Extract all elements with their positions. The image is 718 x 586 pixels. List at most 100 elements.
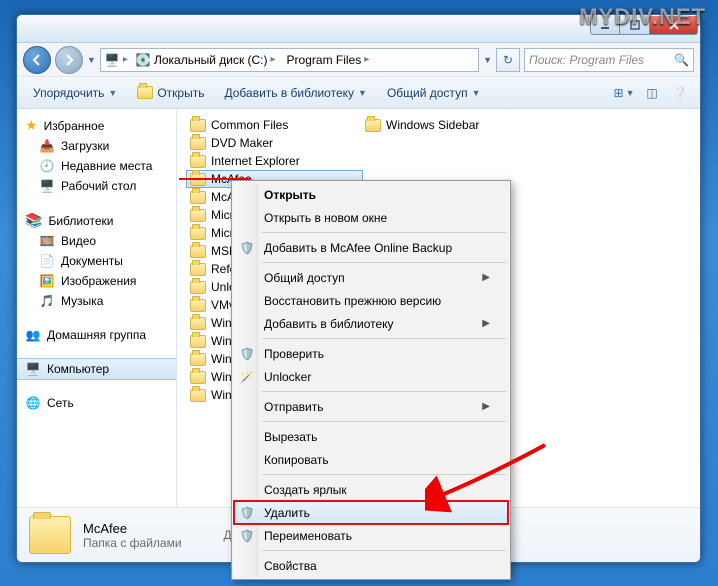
ctx-mcafee-backup[interactable]: 🛡️Добавить в McAfee Online Backup <box>234 236 508 259</box>
downloads-icon: 📥 <box>39 138 55 154</box>
folder-item[interactable]: Common Files <box>187 117 362 133</box>
images-icon: 🖼️ <box>39 273 55 289</box>
recent-icon: 🕘 <box>39 158 55 174</box>
maximize-button[interactable] <box>620 16 650 35</box>
folder-large-icon <box>29 516 71 554</box>
add-library-button[interactable]: Добавить в библиотеку▼ <box>216 83 374 103</box>
favorites-label: Избранное <box>44 119 105 133</box>
ctx-cut[interactable]: Вырезать <box>234 425 508 448</box>
ctx-label: Копировать <box>264 453 329 467</box>
ctx-send-to[interactable]: Отправить▶ <box>234 395 508 418</box>
ctx-create-shortcut[interactable]: Создать ярлык <box>234 478 508 501</box>
folder-label: Internet Explorer <box>211 154 300 168</box>
ctx-label: Свойства <box>264 559 317 573</box>
open-button[interactable]: Открыть <box>129 83 212 103</box>
search-input[interactable]: Поиск: Program Files 🔍 <box>524 48 694 72</box>
chevron-icon: ▸ <box>364 54 369 65</box>
drive-icon: 💽 <box>135 52 151 68</box>
history-dropdown[interactable]: ▼ <box>87 55 96 65</box>
computer-icon: 🖥️ <box>25 361 41 377</box>
libraries-label: Библиотеки <box>48 214 113 228</box>
favorites-header[interactable]: ★Избранное <box>17 115 176 136</box>
folder-icon <box>190 209 206 222</box>
network-header[interactable]: 🌐Сеть <box>17 393 176 413</box>
folder-icon <box>190 227 206 240</box>
back-button[interactable] <box>23 46 51 74</box>
folder-item[interactable]: Internet Explorer <box>187 153 362 169</box>
folder-icon <box>190 119 206 132</box>
sidebar-item-label: Недавние места <box>61 159 152 173</box>
submenu-arrow-icon: ▶ <box>482 272 490 283</box>
ctx-label: Вырезать <box>264 430 317 444</box>
ctx-add-library[interactable]: Добавить в библиотеку▶ <box>234 312 508 335</box>
navigation-pane: ★Избранное 📥 Загрузки 🕘 Недавние места 🖥️Р… <box>17 109 177 507</box>
sidebar-item-label: Загрузки <box>61 139 109 153</box>
share-button[interactable]: Общий доступ▼ <box>379 83 489 103</box>
mcafee-icon: 🛡️ <box>239 240 255 256</box>
close-button[interactable] <box>650 16 698 35</box>
homegroup-header[interactable]: 👥 Домашняя группа <box>17 325 176 345</box>
details-type: Папка с файлами <box>83 536 182 550</box>
ctx-open[interactable]: Открыть <box>234 183 508 206</box>
sidebar-item-desktop[interactable]: 🖥️Рабочий стол <box>17 176 176 196</box>
sidebar-item-label: Документы <box>61 254 123 268</box>
ctx-label: Открыть <box>264 188 316 202</box>
ctx-share[interactable]: Общий доступ▶ <box>234 266 508 289</box>
homegroup-label: Домашняя группа <box>47 328 146 342</box>
view-button[interactable]: ⊞▼ <box>612 81 636 105</box>
breadcrumb-folder[interactable]: Program Files ▸ <box>283 49 374 71</box>
search-icon: 🔍 <box>674 53 689 67</box>
breadcrumb-box[interactable]: 🖥️ ▸ 💽 Локальный диск (C:) ▸ Program Fil… <box>100 48 479 72</box>
breadcrumb-disk[interactable]: 💽 Локальный диск (C:) ▸ <box>131 49 280 71</box>
ctx-label: Проверить <box>264 347 324 361</box>
libraries-header[interactable]: 📚 Библиотеки <box>17 210 176 231</box>
folder-label: Windows Sidebar <box>386 118 479 132</box>
homegroup-icon: 👥 <box>25 327 41 343</box>
sidebar-item-video[interactable]: 🎞️Видео <box>17 231 176 251</box>
preview-pane-button[interactable]: ◫ <box>640 81 664 105</box>
add-library-label: Добавить в библиотеку <box>224 86 354 100</box>
ctx-restore-version[interactable]: Восстановить прежнюю версию <box>234 289 508 312</box>
network-icon: 🌐 <box>25 395 41 411</box>
address-dropdown[interactable]: ▼ <box>483 55 492 65</box>
folder-item[interactable]: DVD Maker <box>187 135 362 151</box>
libraries-icon: 📚 <box>25 212 42 229</box>
refresh-button[interactable]: ↻ <box>496 48 520 72</box>
computer-icon: 🖥️ <box>104 52 120 68</box>
sidebar-item-downloads[interactable]: 📥 Загрузки <box>17 136 176 156</box>
ctx-delete[interactable]: 🛡️Удалить <box>234 501 508 524</box>
ctx-check[interactable]: 🛡️ Проверить <box>234 342 508 365</box>
shield-icon: 🛡️ <box>239 528 255 544</box>
organize-label: Упорядочить <box>33 86 104 100</box>
help-button[interactable]: ❔ <box>668 81 692 105</box>
forward-button[interactable] <box>55 46 83 74</box>
organize-button[interactable]: Упорядочить▼ <box>25 83 125 103</box>
sidebar-item-images[interactable]: 🖼️ Изображения <box>17 271 176 291</box>
folder-icon <box>137 86 153 99</box>
ctx-rename[interactable]: 🛡️Переименовать <box>234 524 508 547</box>
folder-icon <box>190 191 206 204</box>
computer-header[interactable]: 🖥️Компьютер <box>17 359 176 379</box>
minimize-button[interactable] <box>590 16 620 35</box>
sidebar-item-music[interactable]: 🎵 Музыка <box>17 291 176 311</box>
mcafee-icon: 🛡️ <box>239 346 255 362</box>
folder-icon <box>190 155 206 168</box>
open-label: Открыть <box>157 86 204 100</box>
toolbar: Упорядочить▼ Открыть Добавить в библиоте… <box>17 77 700 109</box>
sidebar-item-recent[interactable]: 🕘 Недавние места <box>17 156 176 176</box>
sidebar-item-label: Музыка <box>61 294 103 308</box>
sidebar-item-label: Изображения <box>61 274 136 288</box>
details-name: McAfee <box>83 521 182 536</box>
music-icon: 🎵 <box>39 293 55 309</box>
folder-icon <box>190 245 206 258</box>
folder-icon <box>190 389 206 402</box>
folder-item[interactable]: Windows Sidebar <box>362 117 537 133</box>
ctx-unlocker[interactable]: 🪄Unlocker <box>234 365 508 388</box>
search-placeholder: Поиск: Program Files <box>529 53 644 67</box>
ctx-copy[interactable]: Копировать <box>234 448 508 471</box>
ctx-label: Отправить <box>264 400 324 414</box>
ctx-properties[interactable]: Свойства <box>234 554 508 577</box>
sidebar-item-label: Видео <box>61 234 96 248</box>
ctx-open-new-window[interactable]: Открыть в новом окне <box>234 206 508 229</box>
sidebar-item-documents[interactable]: 📄Документы <box>17 251 176 271</box>
